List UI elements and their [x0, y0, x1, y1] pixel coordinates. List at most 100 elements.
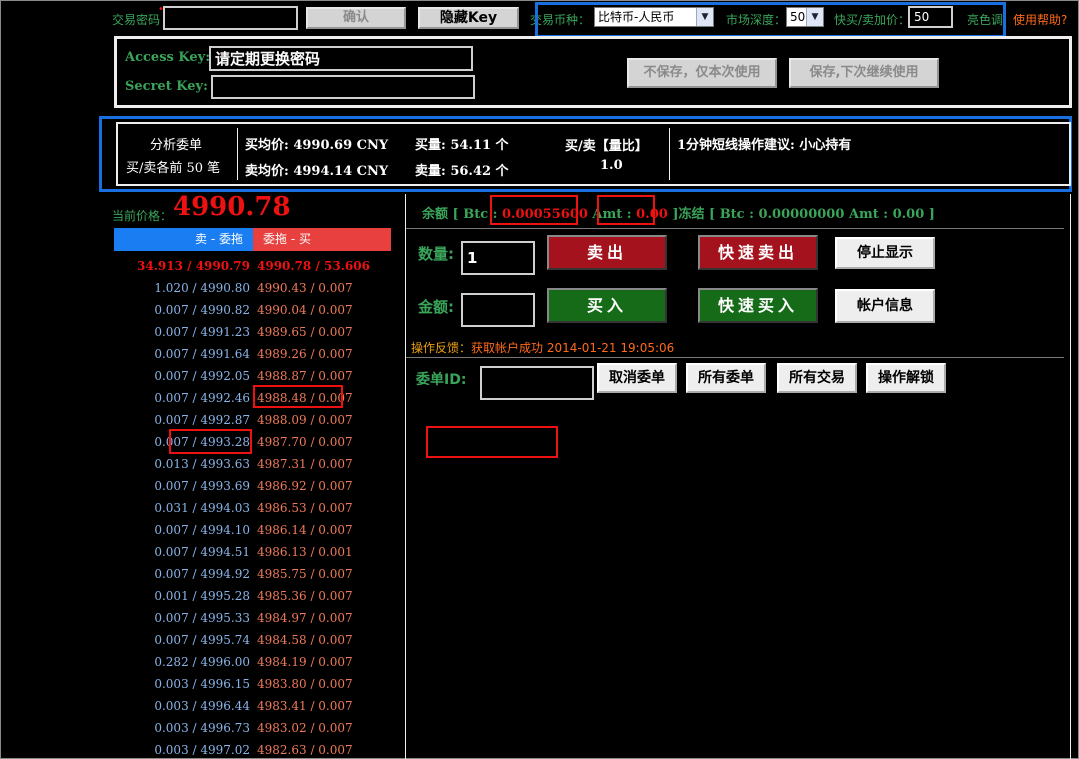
orderbook-ask-cell[interactable]: 0.007 / 4991.64 — [114, 347, 250, 361]
divider — [406, 357, 1064, 358]
orderbook-ask-cell[interactable]: 0.007 / 4994.92 — [114, 567, 250, 581]
highlight-box-amt — [597, 195, 655, 225]
feedback-value: 获取帐户成功 2014-01-21 19:05:06 — [471, 341, 675, 355]
orderbook-bid-cell[interactable]: 4984.58 / 0.007 — [257, 633, 353, 647]
orderbook-bid-cell[interactable]: 4984.19 / 0.007 — [257, 655, 353, 669]
orderbook-ask-cell[interactable]: 0.013 / 4993.63 — [114, 457, 250, 471]
orderbook-bid-cell[interactable]: 4986.53 / 0.007 — [257, 501, 353, 515]
orderbook-ask-cell[interactable]: 0.003 / 4996.73 — [114, 721, 250, 735]
buy-average: 买均价: 4990.69 CNY — [245, 138, 389, 153]
orderbook-ask-cell[interactable]: 0.007 / 4992.87 — [114, 413, 250, 427]
orderbook-ask-cell[interactable]: 0.003 / 4996.44 — [114, 699, 250, 713]
ratio-value: 1.0 — [600, 158, 623, 173]
order-id-input[interactable] — [480, 366, 594, 400]
analysis-title: 分析委单 — [150, 138, 203, 153]
password-label: 交易密码 — [112, 13, 161, 27]
orderbook-bid-cell[interactable]: 4986.13 / 0.001 — [257, 545, 353, 559]
divider — [669, 128, 670, 180]
quantity-input[interactable] — [461, 241, 535, 275]
orderbook-ask-cell[interactable]: 0.007 / 4994.51 — [114, 545, 250, 559]
orderbook-bid-cell[interactable]: 4988.87 / 0.007 — [257, 369, 353, 383]
buy-volume: 买量: 54.11 个 — [415, 138, 509, 153]
quick-buy-button[interactable]: 快速买入 — [698, 288, 818, 323]
orderbook-ask-cell[interactable]: 0.007 / 4991.23 — [114, 325, 250, 339]
orderbook-bid-cell[interactable]: 4985.75 / 0.007 — [257, 567, 353, 581]
orderbook-bid-cell[interactable]: 4986.92 / 0.007 — [257, 479, 353, 493]
unlock-button[interactable]: 操作解锁 — [866, 363, 946, 393]
highlight-box-ask — [169, 429, 252, 454]
orderbook-ask-cell[interactable]: 1.020 / 4990.80 — [114, 281, 250, 295]
sell-average: 卖均价: 4994.14 CNY — [245, 164, 389, 179]
highlight-box-bid — [253, 385, 343, 408]
ratio-label: 买/卖【量比】 — [565, 139, 648, 154]
no-save-button[interactable]: 不保存，仅本次使用 — [627, 58, 777, 88]
sell-volume: 卖量: 56.42 个 — [415, 164, 509, 179]
current-price: 4990.78 — [173, 192, 291, 222]
orderbook-bid-cell[interactable]: 4990.04 / 0.007 — [257, 303, 353, 317]
orderbook-bid-cell[interactable]: 4990.43 / 0.007 — [257, 281, 353, 295]
orderbook-bid-cell[interactable]: 4989.65 / 0.007 — [257, 325, 353, 339]
orderbook-ask-cell[interactable]: 0.007 / 4995.33 — [114, 611, 250, 625]
orderbook-ask-cell[interactable]: 0.003 / 4996.15 — [114, 677, 250, 691]
orderbook-bid-cell[interactable]: 4989.26 / 0.007 — [257, 347, 353, 361]
amount-label: 金额: — [418, 298, 454, 316]
orderbook-ask-cell[interactable]: 0.007 / 4992.05 — [114, 369, 250, 383]
analysis-subtitle: 买/卖各前 50 笔 — [126, 161, 221, 176]
divider — [405, 194, 406, 759]
orderbook-ask-cell[interactable]: 0.001 / 4995.28 — [114, 589, 250, 603]
stop-display-button[interactable]: 停止显示 — [835, 237, 935, 269]
hide-key-button[interactable]: 隐藏Key — [418, 7, 519, 29]
orderbook-ask-cell[interactable]: 0.007 / 4995.74 — [114, 633, 250, 647]
highlight-box-empty — [426, 426, 558, 458]
all-orders-button[interactable]: 所有委单 — [686, 363, 766, 393]
highlight-box-top — [535, 2, 1006, 38]
tab-sell[interactable]: 卖 - 委拖 — [114, 228, 253, 251]
orderbook-bid-cell[interactable]: 4983.02 / 0.007 — [257, 721, 353, 735]
orderbook-ask-cell[interactable]: 0.007 / 4992.46 — [114, 391, 250, 405]
secret-key-label: Secret Key: — [125, 79, 208, 94]
divider — [1070, 194, 1071, 759]
orderbook-bid-cell[interactable]: 4984.97 / 0.007 — [257, 611, 353, 625]
orderbook-ask-cell[interactable]: 0.007 / 4994.10 — [114, 523, 250, 537]
quantity-label: 数量: — [418, 245, 454, 263]
help-link[interactable]: 使用帮助? — [1013, 11, 1067, 28]
orderbook-bid-cell[interactable]: 4987.70 / 0.007 — [257, 435, 353, 449]
confirm-button[interactable]: 确认 — [306, 7, 406, 29]
feedback-label: 操作反馈： — [411, 341, 472, 355]
quick-sell-button[interactable]: 快速卖出 — [698, 235, 818, 270]
sell-button[interactable]: 卖出 — [547, 235, 667, 270]
highlight-box-btc — [490, 195, 578, 225]
access-key-input[interactable] — [209, 46, 473, 71]
buy-button[interactable]: 买入 — [547, 288, 667, 323]
orderbook-ask-cell[interactable]: 0.031 / 4994.03 — [114, 501, 250, 515]
feedback-line: 操作反馈：获取帐户成功 2014-01-21 19:05:06 — [411, 339, 674, 356]
amount-input[interactable] — [461, 293, 535, 327]
tab-buy[interactable]: 委拖 - 买 — [253, 228, 391, 251]
orderbook-best-ask: 34.913 / 4990.79 — [137, 259, 250, 273]
frozen-text: ]冻结 [ Btc : 0.00000000 Amt : 0.00 ] — [667, 207, 935, 222]
orderbook-bid-cell[interactable]: 4985.36 / 0.007 — [257, 589, 353, 603]
orderbook-ask-cell[interactable]: 0.007 / 4990.82 — [114, 303, 250, 317]
orderbook-bid-cell[interactable]: 4983.80 / 0.007 — [257, 677, 353, 691]
orderbook-ask-cell[interactable]: 0.282 / 4996.00 — [114, 655, 250, 669]
orderbook-bid-cell[interactable]: 4986.14 / 0.007 — [257, 523, 353, 537]
account-info-button[interactable]: 帐户信息 — [835, 289, 935, 323]
all-trades-button[interactable]: 所有交易 — [777, 363, 857, 393]
orderbook-bid-cell[interactable]: 4988.09 / 0.007 — [257, 413, 353, 427]
advice-text: 1分钟短线操作建议: 小心持有 — [677, 138, 852, 153]
orderbook-bid-cell[interactable]: 4987.31 / 0.007 — [257, 457, 353, 471]
orderbook-ask-cell[interactable]: 0.007 / 4993.69 — [114, 479, 250, 493]
cancel-order-button[interactable]: 取消委单 — [597, 363, 677, 393]
access-key-label: Access Key: — [125, 50, 210, 65]
price-label: 当前价格： — [112, 209, 173, 223]
orderbook-bid-cell[interactable]: 4983.41 / 0.007 — [257, 699, 353, 713]
save-button[interactable]: 保存,下次继续使用 — [789, 58, 939, 88]
divider — [406, 228, 1064, 229]
orderbook-bid-cell[interactable]: 4982.63 / 0.007 — [257, 743, 353, 757]
orderbook-best-bid: 4990.78 / 53.606 — [257, 259, 370, 273]
orderbook-ask-cell[interactable]: 0.003 / 4997.02 — [114, 743, 250, 757]
password-input[interactable] — [163, 6, 298, 30]
divider — [237, 128, 238, 180]
order-id-label: 委单ID: — [416, 372, 467, 388]
secret-key-input[interactable] — [211, 75, 475, 99]
